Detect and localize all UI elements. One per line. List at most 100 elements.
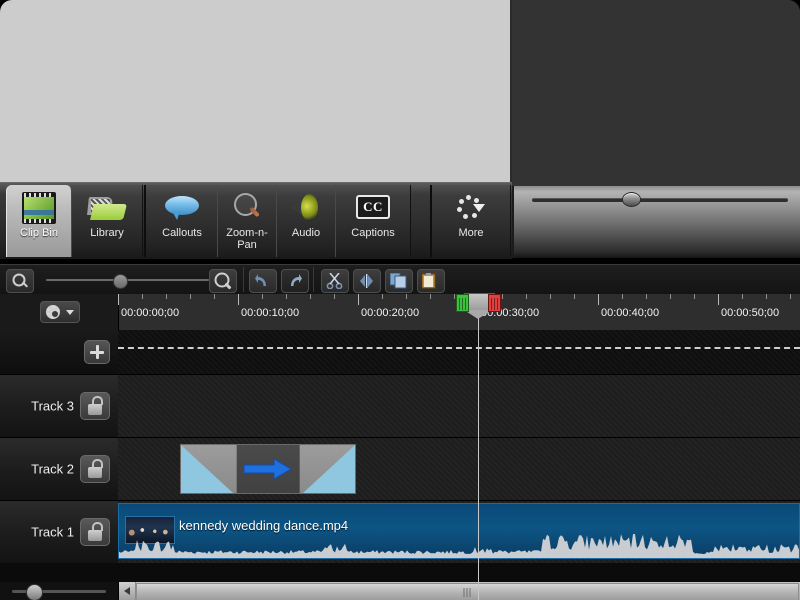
tab-clip-bin[interactable]: Clip Bin bbox=[6, 185, 72, 257]
horizontal-scrollbar-thumb[interactable] bbox=[136, 583, 799, 600]
track-header-1[interactable]: Track 1 bbox=[0, 501, 119, 563]
track-row-adder bbox=[0, 330, 800, 375]
horizontal-scrollbar[interactable] bbox=[119, 582, 800, 600]
copy-button[interactable] bbox=[385, 269, 413, 293]
track-header-2[interactable]: Track 2 bbox=[0, 438, 119, 500]
tab-captions-icon: CC bbox=[336, 191, 410, 225]
ruler-tick-minor bbox=[790, 294, 791, 299]
tab-audio[interactable]: Audio bbox=[276, 185, 336, 257]
track-row-3: Track 3 bbox=[0, 375, 800, 438]
tab-more-label: More bbox=[458, 227, 484, 239]
ruler-tick-major bbox=[598, 294, 599, 305]
closed-caption-icon: CC bbox=[356, 195, 390, 219]
tab-zoom-n-pan-label: Zoom-n-Pan bbox=[226, 227, 268, 251]
bottom-bar bbox=[0, 582, 800, 600]
ruler-tick-major bbox=[718, 294, 719, 305]
ruler-timecode-label: 00:00:10;00 bbox=[241, 307, 300, 319]
ruler-tick-minor bbox=[646, 294, 647, 299]
ruler-tick-minor bbox=[742, 294, 743, 299]
track-height-slider[interactable] bbox=[0, 582, 119, 600]
preview-scrub-knob[interactable] bbox=[622, 192, 641, 207]
scroll-left-arrow-icon[interactable] bbox=[119, 582, 136, 600]
gear-icon bbox=[46, 305, 60, 319]
ruler-header bbox=[0, 294, 119, 330]
ruler-tick-minor bbox=[550, 294, 551, 299]
ruler-tick-minor bbox=[622, 294, 623, 299]
in-point-marker[interactable] bbox=[456, 294, 469, 312]
clip-filename-label: kennedy wedding dance.mp4 bbox=[179, 518, 349, 533]
ruler-tick-minor bbox=[214, 294, 215, 299]
tab-captions-label: Captions bbox=[351, 227, 395, 239]
magnifier-icon bbox=[232, 193, 262, 223]
top-area bbox=[0, 0, 800, 190]
transition-arrow-icon bbox=[243, 458, 292, 480]
ruler-tick-minor bbox=[334, 294, 335, 299]
undo-button[interactable] bbox=[249, 269, 277, 293]
preview-transport-strip bbox=[512, 186, 800, 258]
tab-audio-icon bbox=[277, 191, 335, 225]
split-button[interactable] bbox=[353, 269, 381, 293]
track-lock-button-1[interactable] bbox=[80, 518, 110, 546]
zoom-in-icon bbox=[214, 272, 232, 290]
tab-callouts[interactable]: Callouts bbox=[144, 185, 219, 257]
clip-bin-panel[interactable] bbox=[0, 0, 512, 190]
ruler-tick-minor bbox=[454, 294, 455, 299]
tab-zoom-n-pan-icon bbox=[218, 191, 276, 225]
paste-icon bbox=[422, 273, 437, 289]
out-point-marker[interactable] bbox=[488, 294, 501, 312]
copy-icon bbox=[390, 273, 407, 289]
tab-more[interactable]: More bbox=[430, 185, 511, 257]
ruler-timecode-label: 00:00:00;00 bbox=[121, 307, 180, 319]
ruler-tick-minor bbox=[142, 294, 143, 299]
ruler-tick-minor bbox=[526, 294, 527, 299]
paste-button[interactable] bbox=[417, 269, 445, 293]
tab-clip-bin-icon bbox=[7, 191, 71, 225]
ruler-tick-minor bbox=[310, 294, 311, 299]
ruler-tick-major bbox=[358, 294, 359, 305]
transition-fade-right bbox=[303, 445, 355, 493]
speech-bubble-icon bbox=[165, 196, 199, 220]
ruler-tick-minor bbox=[190, 294, 191, 299]
timeline-ruler[interactable]: 00:00:00;00 00:00:10;00 00:00:20;00 00:00:3… bbox=[0, 294, 800, 331]
playhead-head[interactable] bbox=[456, 293, 501, 319]
transition-clip[interactable] bbox=[180, 444, 356, 494]
track-body-3[interactable] bbox=[118, 375, 800, 437]
track-body-1[interactable]: kennedy wedding dance.mp4 bbox=[118, 501, 800, 563]
track-height-slider-knob[interactable] bbox=[26, 584, 43, 600]
playhead[interactable] bbox=[456, 293, 501, 600]
ruler-tick-major bbox=[238, 294, 239, 305]
tab-library[interactable]: Library bbox=[71, 185, 143, 257]
split-icon bbox=[358, 274, 373, 288]
track-body-2[interactable] bbox=[118, 438, 800, 500]
tab-callouts-label: Callouts bbox=[162, 227, 202, 239]
track-body-adder[interactable] bbox=[118, 330, 800, 374]
tab-more-icon bbox=[432, 191, 510, 225]
track-label-3: Track 3 bbox=[31, 398, 74, 414]
preview-panel[interactable] bbox=[512, 0, 800, 190]
redo-button[interactable] bbox=[281, 269, 309, 293]
track-header-3[interactable]: Track 3 bbox=[0, 375, 119, 437]
track-lock-button-3[interactable] bbox=[80, 392, 110, 420]
track-row-2: Track 2 bbox=[0, 438, 800, 501]
track-header-adder bbox=[0, 330, 119, 374]
ruler-tick-minor bbox=[286, 294, 287, 299]
track-lock-button-2[interactable] bbox=[80, 455, 110, 483]
zoom-out-button[interactable] bbox=[6, 269, 34, 293]
timeline-toolbar bbox=[0, 264, 800, 295]
add-track-button[interactable] bbox=[84, 340, 110, 364]
tab-captions[interactable]: CC Captions bbox=[335, 185, 411, 257]
undo-icon bbox=[255, 274, 270, 287]
preview-scrub-track[interactable] bbox=[532, 198, 788, 202]
tab-clip-bin-label: Clip Bin bbox=[20, 227, 58, 239]
cut-button[interactable] bbox=[321, 269, 349, 293]
transition-fade-left bbox=[181, 445, 233, 493]
timeline-options-button[interactable] bbox=[40, 301, 80, 323]
ruler-tick-minor bbox=[502, 294, 503, 299]
tab-zoom-n-pan[interactable]: Zoom-n-Pan bbox=[217, 185, 277, 257]
ruler-timecode-label: 00:00:40;00 bbox=[601, 307, 660, 319]
ruler-tick-minor bbox=[430, 294, 431, 299]
media-clip[interactable]: kennedy wedding dance.mp4 bbox=[118, 503, 800, 559]
timeline-zoom-slider-knob[interactable] bbox=[113, 274, 128, 289]
zoom-in-button[interactable] bbox=[209, 269, 237, 293]
main-tab-bar: Clip Bin Library Callouts Zoom-n-Pan Aud… bbox=[0, 182, 512, 259]
